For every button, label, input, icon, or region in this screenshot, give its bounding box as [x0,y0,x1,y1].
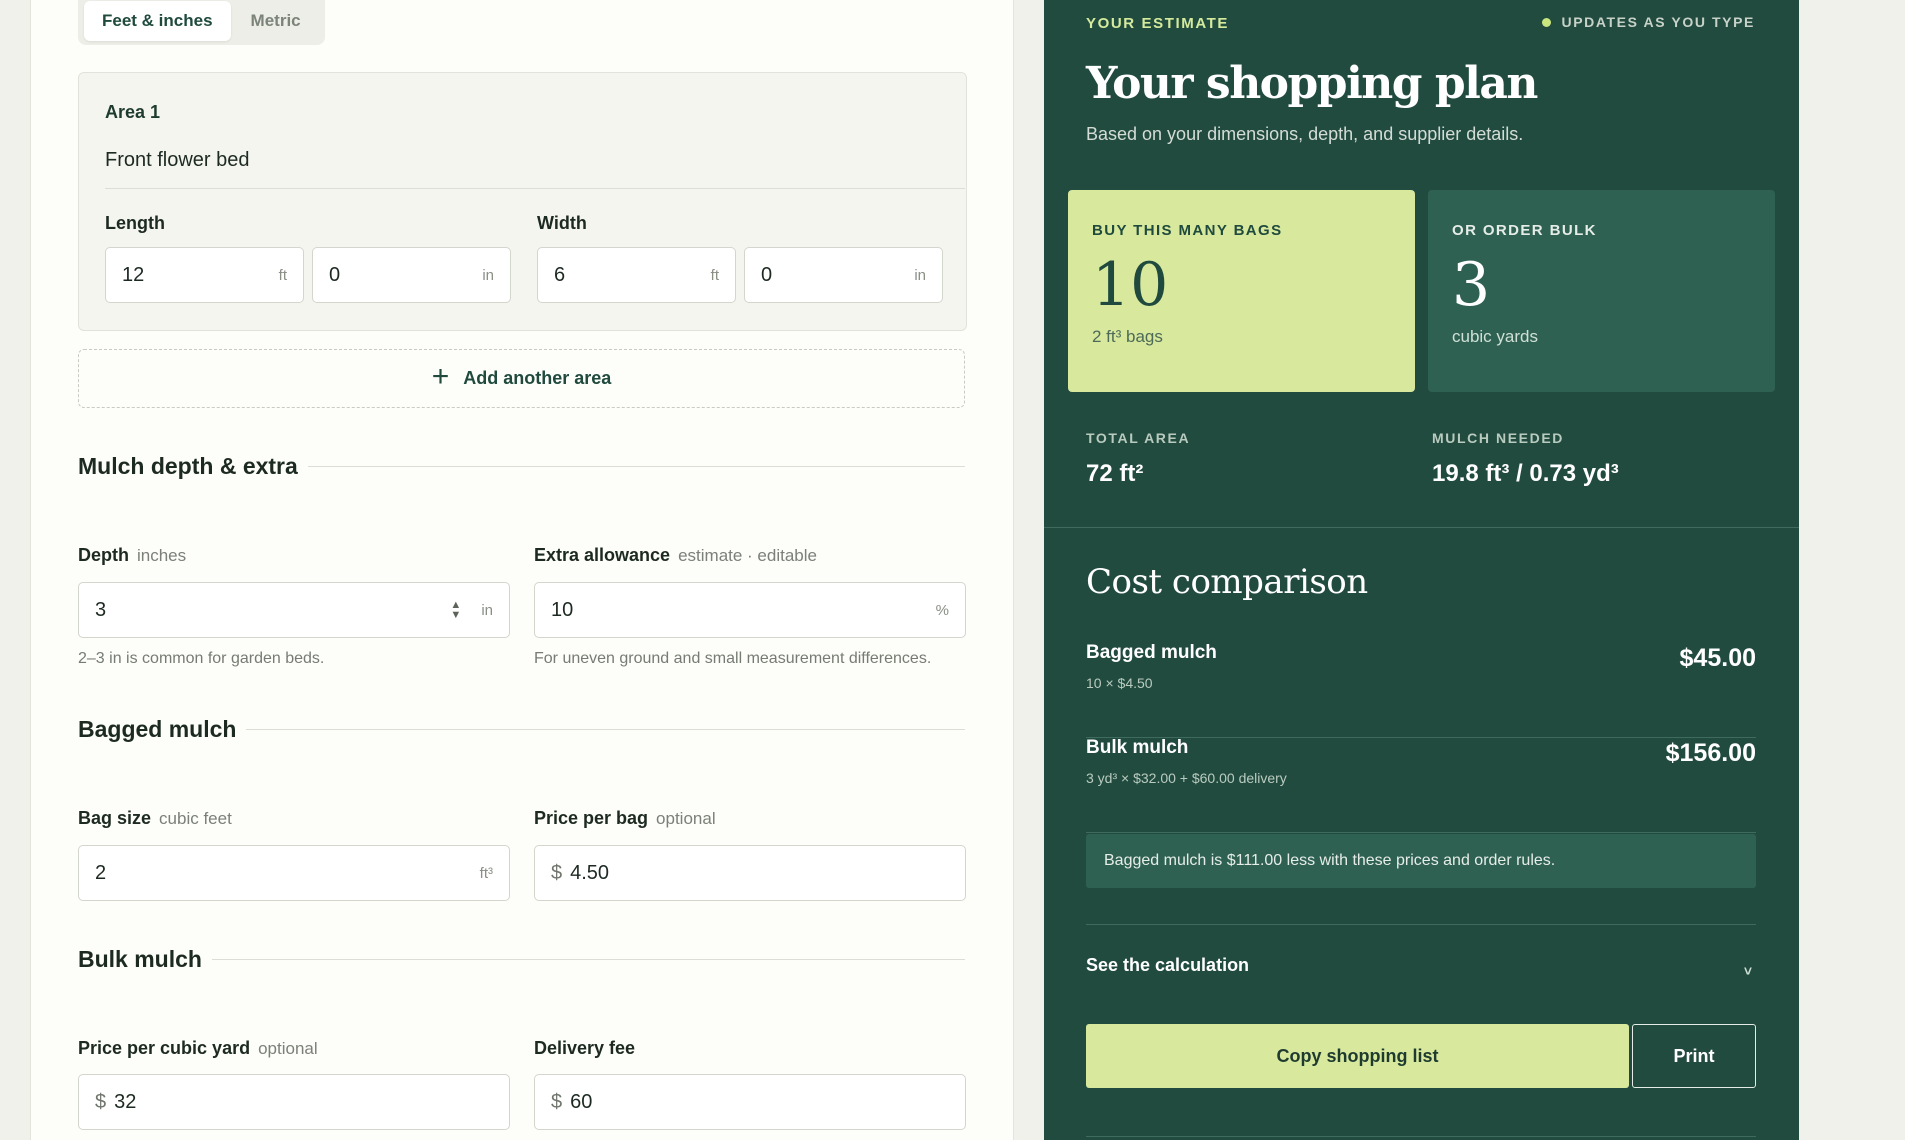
unit-toggle: Feet & inches Metric [78,0,325,45]
delivery-fee-input[interactable]: $ 60 [534,1074,966,1130]
tab-metric[interactable]: Metric [233,1,319,41]
panel-divider [1044,527,1799,528]
dot-icon [1542,17,1552,27]
add-area-label: Add another area [463,368,612,388]
depth-input[interactable]: 3 ▲ ▼ in [78,582,510,638]
width-feet-input[interactable]: 6 ft [537,247,736,303]
live-update-indicator: UPDATES AS YOU TYPE [1542,14,1755,30]
depth-unit: in [481,601,493,619]
bag-size-unit: ft³ [479,864,493,882]
extra-allowance-value: 10 [551,598,574,621]
width-feet-unit: ft [710,266,719,284]
length-inches-value: 0 [329,263,341,286]
extra-allowance-hint: estimate · editable [678,546,817,565]
cost-row-bulk: Bulk mulch 3 yd³ × $32.00 + $60.00 deliv… [1086,737,1756,833]
bag-size-input[interactable]: 2 ft³ [78,845,510,901]
depth-hint: inches [137,546,187,565]
length-label: Length [105,213,165,233]
delivery-fee-value: 60 [570,1090,593,1113]
bags-card: BUY THIS MANY BAGS 10 2 ft³ bags [1068,190,1415,392]
price-per-bag-value: 4.50 [570,861,610,884]
dollar-prefix: $ [551,861,563,884]
bulk-label: OR ORDER BULK [1452,222,1597,239]
cost-row-price: $156.00 [1665,739,1756,767]
cost-row-price: $45.00 [1679,644,1756,672]
bag-size-hint: cubic feet [159,809,232,828]
plan-title: Your shopping plan [1086,58,1538,109]
bag-size-label: Bag size cubic feet [78,808,232,828]
width-label: Width [537,213,587,233]
bulk-unit: cubic yards [1452,327,1538,346]
price-per-bag-hint: optional [656,809,716,828]
bag-size-value: 2 [95,861,107,884]
bagged-section-heading: Bagged mulch [78,716,965,743]
cost-row-detail: 10 × $4.50 [1086,675,1153,691]
cost-row-name: Bagged mulch [1086,642,1217,663]
mulch-needed-value: 19.8 ft³ / 0.73 yd³ [1432,460,1619,487]
bulk-section-heading: Bulk mulch [78,946,965,973]
area-name-field[interactable]: Front flower bed [105,149,965,189]
price-per-bag-label: Price per bag optional [534,808,716,828]
estimate-panel: YOUR ESTIMATE UPDATES AS YOU TYPE Your s… [1044,0,1799,1140]
cost-comparison-title: Cost comparison [1086,562,1368,602]
extra-allowance-unit: % [935,601,949,619]
updates-label: UPDATES AS YOU TYPE [1561,14,1755,30]
length-feet-value: 12 [122,263,145,286]
depth-section-heading: Mulch depth & extra [78,453,965,480]
see-calculation-toggle[interactable]: See the calculation ˅ [1086,924,1756,1005]
see-calculation-label: See the calculation [1086,954,1250,975]
copy-shopping-list-button[interactable]: Copy shopping list [1086,1024,1629,1088]
dollar-prefix: $ [551,1090,563,1113]
extra-allowance-label: Extra allowance estimate · editable [534,545,817,565]
price-per-yard-label: Price per cubic yard optional [78,1038,318,1058]
extra-allowance-help-text: For uneven ground and small measurement … [534,650,932,667]
total-area-value: 72 ft² [1086,460,1144,487]
depth-help-text: 2–3 in is common for garden beds. [78,650,325,667]
delivery-fee-label: Delivery fee [534,1038,636,1058]
bags-unit: 2 ft³ bags [1092,327,1163,346]
extra-allowance-input[interactable]: 10 % [534,582,966,638]
cost-row-detail: 3 yd³ × $32.00 + $60.00 delivery [1086,770,1287,786]
plan-subtitle: Based on your dimensions, depth, and sup… [1086,124,1524,144]
depth-section-title: Mulch depth & extra [78,453,298,479]
price-per-yard-value: 32 [114,1090,137,1113]
chevron-down-icon: ˅ [1743,963,1752,979]
depth-label: Depth inches [78,545,187,565]
tab-feet-inches[interactable]: Feet & inches [84,0,231,41]
print-button[interactable]: Print [1632,1024,1756,1088]
price-per-bag-input[interactable]: $ 4.50 [534,845,966,901]
width-inches-value: 0 [761,263,773,286]
estimate-eyebrow: YOUR ESTIMATE [1086,15,1230,32]
area-card: Area 1 Front flower bed Length Width 12 … [78,72,967,331]
width-inches-unit: in [914,266,926,284]
plus-icon: + [431,360,450,393]
bulk-card: OR ORDER BULK 3 cubic yards [1428,190,1775,392]
panel-bottom-rule [1086,1136,1756,1137]
bulk-count: 3 [1452,250,1491,320]
stepper-arrows-icon[interactable]: ▲ ▼ [450,600,461,621]
price-per-yard-hint: optional [258,1039,318,1058]
total-area-label: TOTAL AREA [1086,430,1191,446]
area-title: Area 1 [105,102,161,122]
width-feet-value: 6 [554,263,566,286]
length-inches-unit: in [482,266,494,284]
savings-note: Bagged mulch is $111.00 less with these … [1086,834,1756,888]
bags-count: 10 [1092,250,1169,320]
bulk-section-title: Bulk mulch [78,946,202,972]
cost-row-bagged: Bagged mulch 10 × $4.50 $45.00 [1086,642,1756,738]
length-inches-input[interactable]: 0 in [312,247,511,303]
bags-label: BUY THIS MANY BAGS [1092,222,1283,239]
price-per-yard-input[interactable]: $ 32 [78,1074,510,1130]
width-inches-input[interactable]: 0 in [744,247,943,303]
mulch-needed-label: MULCH NEEDED [1432,430,1564,446]
length-feet-input[interactable]: 12 ft [105,247,304,303]
cost-row-name: Bulk mulch [1086,737,1189,758]
depth-value: 3 [95,598,107,621]
add-area-button[interactable]: + Add another area [78,349,965,408]
calculator-form: Feet & inches Metric Area 1 Front flower… [30,0,1014,1140]
bagged-section-title: Bagged mulch [78,716,237,742]
dollar-prefix: $ [95,1090,107,1113]
length-feet-unit: ft [278,266,287,284]
